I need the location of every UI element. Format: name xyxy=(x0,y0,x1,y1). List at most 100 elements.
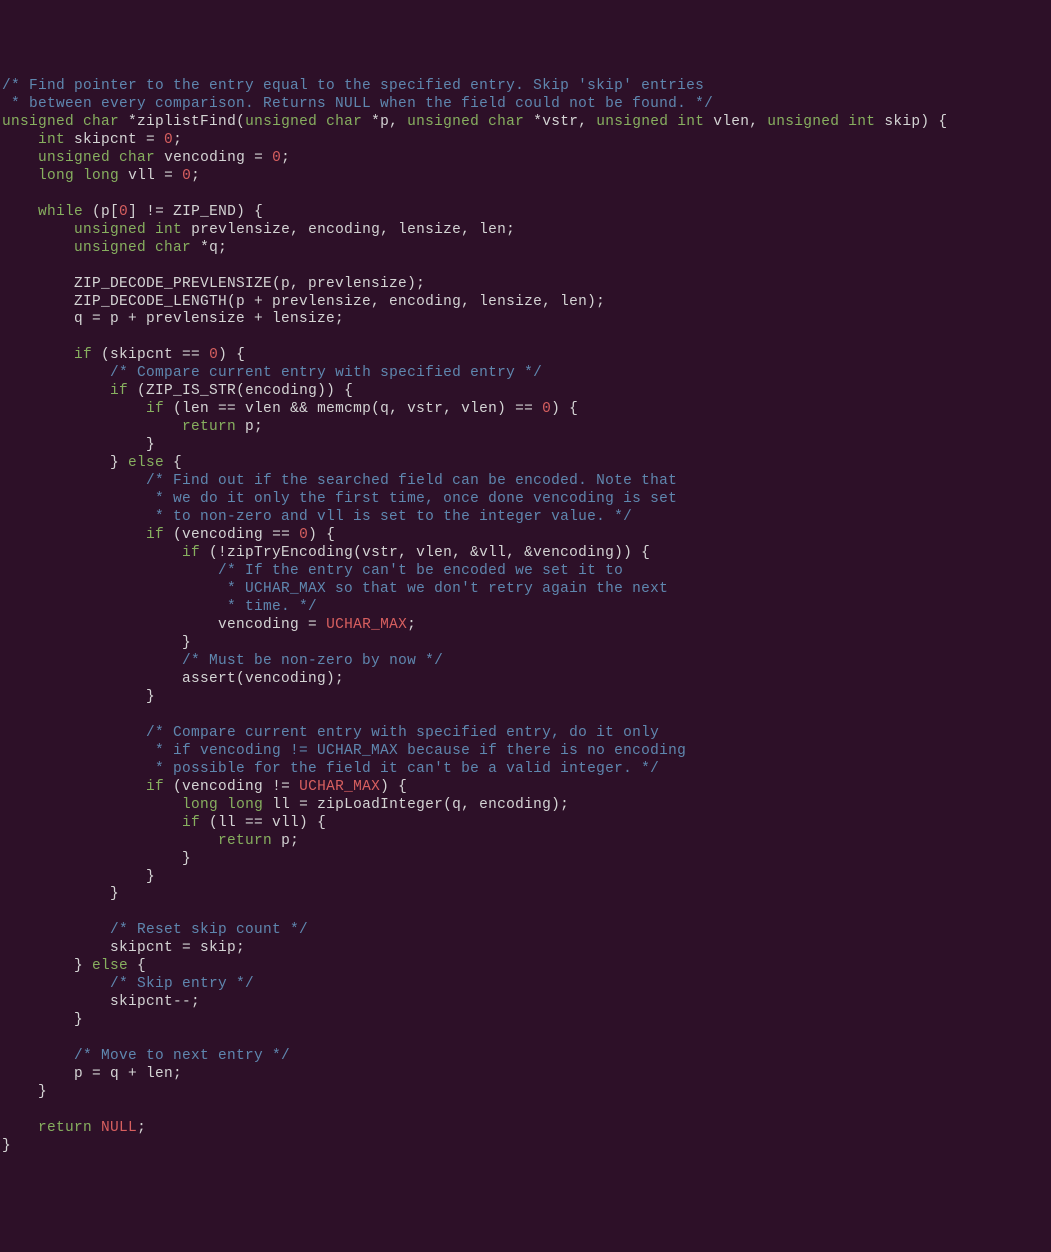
code-token: if xyxy=(110,383,128,399)
code-token xyxy=(2,653,182,669)
code-line xyxy=(2,707,1049,725)
code-token: p; xyxy=(236,419,263,435)
code-line: p = q + len; xyxy=(2,1066,1049,1084)
code-line: ZIP_DECODE_LENGTH(p + prevlensize, encod… xyxy=(2,294,1049,312)
code-token: q = p + prevlensize + lensize; xyxy=(2,311,344,327)
code-token: 0 xyxy=(164,132,173,148)
code-token: prevlensize, encoding, lensize, len; xyxy=(182,222,515,238)
code-line: return p; xyxy=(2,833,1049,851)
code-token: UCHAR_MAX xyxy=(299,779,380,795)
code-token: if xyxy=(74,347,92,363)
code-line: } xyxy=(2,635,1049,653)
code-token xyxy=(2,1120,38,1136)
code-line: } xyxy=(2,851,1049,869)
code-line: * if vencoding != UCHAR_MAX because if t… xyxy=(2,743,1049,761)
code-token: /* Compare current entry with specified … xyxy=(146,725,659,741)
code-line: /* Move to next entry */ xyxy=(2,1048,1049,1066)
code-token: int xyxy=(155,222,182,238)
code-token xyxy=(146,240,155,256)
code-token xyxy=(2,240,74,256)
code-token: unsigned xyxy=(407,114,479,130)
code-token xyxy=(2,527,146,543)
code-line: assert(vencoding); xyxy=(2,671,1049,689)
code-token: else xyxy=(92,958,128,974)
code-token: UCHAR_MAX xyxy=(326,617,407,633)
code-token: ; xyxy=(407,617,416,633)
code-token: ZIP_DECODE_PREVLENSIZE(p, prevlensize); xyxy=(2,276,425,292)
code-token: vlen, xyxy=(704,114,767,130)
code-token xyxy=(2,779,146,795)
code-token xyxy=(2,545,182,561)
code-token: return xyxy=(218,833,272,849)
code-token: ) { xyxy=(308,527,335,543)
code-token xyxy=(839,114,848,130)
code-line: /* Find out if the searched field can be… xyxy=(2,473,1049,491)
code-token: * time. */ xyxy=(2,599,317,615)
code-token: long xyxy=(227,797,263,813)
code-line: skipcnt--; xyxy=(2,994,1049,1012)
code-token xyxy=(2,833,218,849)
code-token xyxy=(2,1048,74,1064)
code-token: unsigned xyxy=(38,150,110,166)
code-token: 0 xyxy=(209,347,218,363)
code-line: skipcnt = skip; xyxy=(2,940,1049,958)
code-token: if xyxy=(146,527,164,543)
code-token xyxy=(2,204,38,220)
code-token: 0 xyxy=(272,150,281,166)
code-token xyxy=(2,815,182,831)
code-line xyxy=(2,904,1049,922)
code-token: } xyxy=(2,1138,11,1154)
code-line: unsigned char *ziplistFind(unsigned char… xyxy=(2,114,1049,132)
code-line: /* Find pointer to the entry equal to th… xyxy=(2,78,1049,96)
code-token xyxy=(2,365,110,381)
code-token: } xyxy=(2,886,119,902)
code-line: * time. */ xyxy=(2,599,1049,617)
code-token: * possible for the field it can't be a v… xyxy=(2,761,659,777)
code-token: } xyxy=(2,958,92,974)
code-token: skipcnt = skip; xyxy=(2,940,245,956)
code-token: 0 xyxy=(542,401,551,417)
code-token: 0 xyxy=(119,204,128,220)
code-token xyxy=(2,473,146,489)
code-line: if (ZIP_IS_STR(encoding)) { xyxy=(2,383,1049,401)
code-token: skipcnt = xyxy=(65,132,164,148)
code-token: 0 xyxy=(299,527,308,543)
code-token xyxy=(2,976,110,992)
code-token: int xyxy=(38,132,65,148)
code-line: return p; xyxy=(2,419,1049,437)
code-token: } xyxy=(2,1084,47,1100)
code-token: *vstr, xyxy=(524,114,596,130)
code-token: /* If the entry can't be encoded we set … xyxy=(218,563,623,579)
code-token: p; xyxy=(272,833,299,849)
code-line: } xyxy=(2,886,1049,904)
code-token xyxy=(146,222,155,238)
code-token: } xyxy=(2,689,155,705)
code-token: char xyxy=(326,114,362,130)
code-token: * we do it only the first time, once don… xyxy=(2,491,677,507)
code-line: while (p[0] != ZIP_END) { xyxy=(2,204,1049,222)
code-token xyxy=(2,563,218,579)
code-token: vencoding = xyxy=(155,150,272,166)
code-line: * possible for the field it can't be a v… xyxy=(2,761,1049,779)
code-line: q = p + prevlensize + lensize; xyxy=(2,311,1049,329)
code-token xyxy=(2,725,146,741)
code-token: } xyxy=(2,437,155,453)
code-token: return xyxy=(182,419,236,435)
code-line xyxy=(2,258,1049,276)
code-token: if xyxy=(182,815,200,831)
code-token: unsigned xyxy=(767,114,839,130)
code-line xyxy=(2,329,1049,347)
code-token: p = q + len; xyxy=(2,1066,182,1082)
code-token: /* Find out if the searched field can be… xyxy=(146,473,677,489)
code-line: } xyxy=(2,869,1049,887)
code-token: if xyxy=(146,779,164,795)
code-token xyxy=(2,401,146,417)
code-token: ZIP_DECODE_LENGTH(p + prevlensize, encod… xyxy=(2,294,605,310)
code-token xyxy=(110,150,119,166)
code-token: (vencoding == xyxy=(164,527,299,543)
code-line: unsigned char *q; xyxy=(2,240,1049,258)
code-token: ; xyxy=(191,168,200,184)
code-line: * we do it only the first time, once don… xyxy=(2,491,1049,509)
code-line: /* If the entry can't be encoded we set … xyxy=(2,563,1049,581)
code-token: * to non-zero and vll is set to the inte… xyxy=(2,509,632,525)
